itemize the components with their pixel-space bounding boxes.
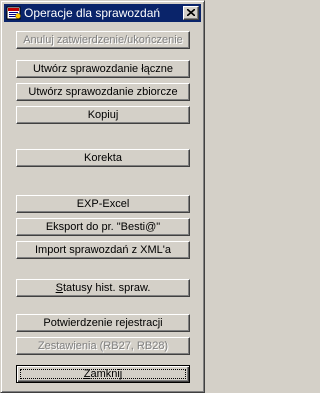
create-summary-report-label: Utwórz sprawozdanie zbiorcze <box>28 86 178 98</box>
close-button[interactable]: Zamknij <box>16 365 190 383</box>
import-xml-button[interactable]: Import sprawozdań z XML'a <box>16 241 190 259</box>
cancel-approval-button[interactable]: Anuluj zatwierdzenie/ukończenie <box>16 31 190 49</box>
exp-excel-label: EXP-Excel <box>76 198 130 210</box>
close-label: Zamknij <box>84 368 123 380</box>
correction-button[interactable]: Korekta <box>16 149 190 167</box>
statements-label: Zestawienia (RB27, RB28) <box>37 340 169 352</box>
confirm-registration-button[interactable]: Potwierdzenie rejestracji <box>16 314 190 332</box>
confirm-registration-label: Potwierdzenie rejestracji <box>43 317 163 329</box>
app-icon[interactable] <box>6 5 22 21</box>
status-history-button[interactable]: Statusy hist. spraw. <box>16 279 190 297</box>
copy-button[interactable]: Kopiuj <box>16 106 190 124</box>
cancel-approval-label: Anuluj zatwierdzenie/ukończenie <box>23 34 183 46</box>
import-xml-label: Import sprawozdań z XML'a <box>35 244 171 256</box>
status-history-label: Statusy hist. spraw. <box>56 282 151 294</box>
title-bar[interactable]: Operacje dla sprawozdań <box>4 4 201 22</box>
export-besti-button[interactable]: Eksport do pr. "Besti@" <box>16 218 190 236</box>
window-title: Operacje dla sprawozdań <box>24 6 161 20</box>
status-history-mnemonic: S <box>55 282 63 294</box>
exp-excel-button[interactable]: EXP-Excel <box>16 195 190 213</box>
create-combined-report-button[interactable]: Utwórz sprawozdanie łączne <box>16 60 190 78</box>
close-icon <box>187 9 195 16</box>
copy-label: Kopiuj <box>87 109 119 121</box>
close-window-button[interactable] <box>183 6 199 20</box>
export-besti-label: Eksport do pr. "Besti@" <box>45 221 161 233</box>
statements-button[interactable]: Zestawienia (RB27, RB28) <box>16 337 190 355</box>
operations-dialog: Operacje dla sprawozdań Anuluj zatwierdz… <box>0 0 205 393</box>
close-label-rest: amknij <box>90 368 123 380</box>
correction-label: Korekta <box>84 152 122 164</box>
status-history-label-rest: tatusy hist. spraw. <box>62 282 151 294</box>
create-combined-report-label: Utwórz sprawozdanie łączne <box>32 63 173 75</box>
create-summary-report-button[interactable]: Utwórz sprawozdanie zbiorcze <box>16 83 190 101</box>
